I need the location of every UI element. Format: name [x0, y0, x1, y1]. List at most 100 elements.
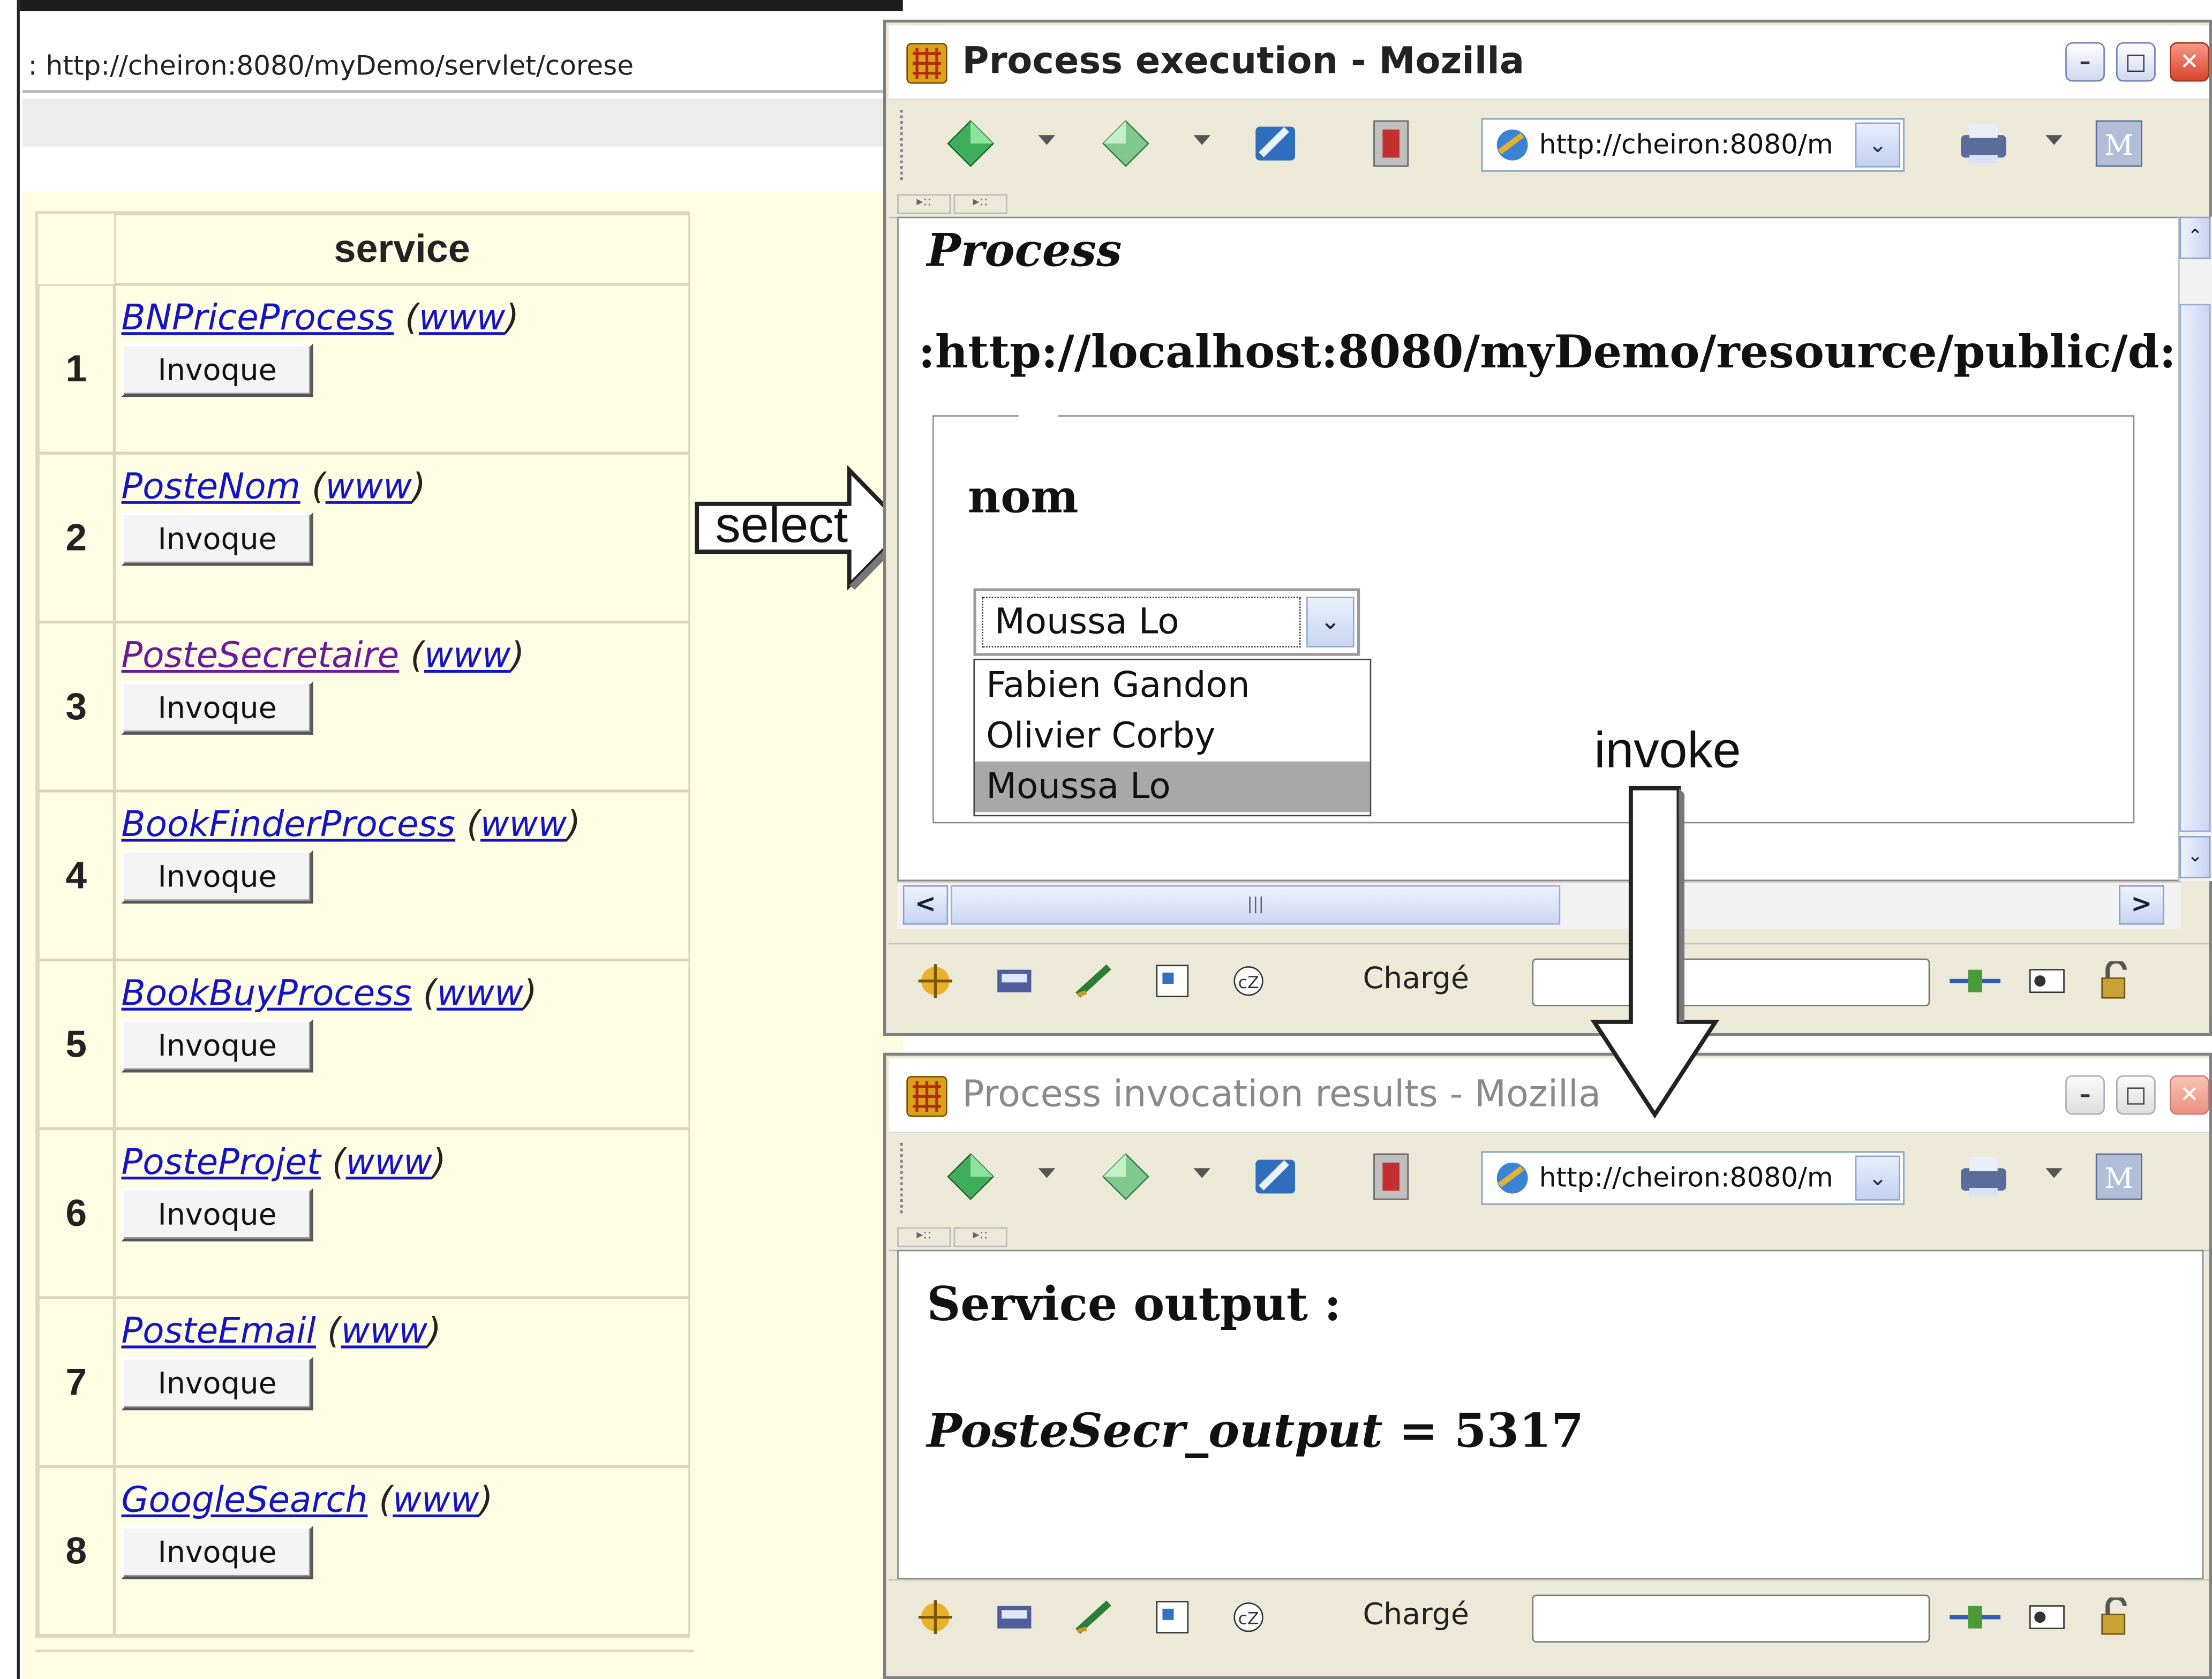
popup-blocked-icon[interactable] [2026, 961, 2068, 1001]
service-name-link[interactable]: GoogleSearch [122, 1479, 368, 1520]
service-name-link[interactable]: BNPriceProcess [122, 297, 394, 338]
composer-icon[interactable] [1072, 1598, 1115, 1637]
table-row: 5 BookBuyProcess (www) Invoque [38, 960, 690, 1129]
www-link[interactable]: www [326, 466, 412, 507]
chevron-down-icon[interactable]: ⌄ [1306, 597, 1355, 647]
toolbar-grip[interactable] [900, 1142, 917, 1214]
www-link[interactable]: www [424, 635, 511, 675]
scroll-up-icon[interactable]: ⌃ [2179, 216, 2211, 259]
horizontal-scroll-thumb[interactable]: ||| [951, 885, 1561, 925]
forward-icon[interactable] [1097, 1148, 1154, 1204]
stop-icon[interactable] [1363, 1148, 1419, 1204]
mail-icon[interactable] [993, 961, 1035, 1001]
left-browser-side-edge [0, 0, 20, 1679]
invoque-button[interactable]: Invoque [121, 1188, 313, 1241]
www-link[interactable]: www [437, 973, 523, 1013]
scroll-right-icon[interactable]: > [2119, 885, 2164, 925]
mail-icon[interactable] [993, 1598, 1035, 1637]
online-plug-icon[interactable] [1947, 961, 2003, 1001]
print-icon[interactable] [1955, 115, 2012, 171]
minimize-button[interactable]: – [2065, 1075, 2105, 1115]
tab-scroll-right-icon[interactable]: ▸:: [953, 1227, 1007, 1247]
service-name-link[interactable]: PosteProjet [122, 1141, 321, 1182]
toolbar-grip[interactable] [900, 109, 917, 180]
horizontal-scrollbar[interactable]: < ||| > [897, 881, 2181, 929]
www-link[interactable]: www [419, 297, 506, 338]
url-field[interactable]: http://cheiron:8080/m ⌄ [1481, 118, 1905, 172]
url-dropdown-button[interactable]: ⌄ [1855, 122, 1900, 168]
close-button[interactable]: ✕ [2170, 42, 2209, 82]
scroll-left-icon[interactable]: < [902, 885, 949, 925]
close-button[interactable]: ✕ [2170, 1075, 2209, 1115]
print-icon[interactable] [1955, 1148, 2012, 1204]
service-name-link[interactable]: PosteSecretaire [122, 635, 400, 675]
invoque-button[interactable]: Invoque [121, 850, 313, 904]
maximize-button[interactable]: □ [2116, 42, 2156, 82]
minimize-button[interactable]: – [2065, 42, 2105, 82]
www-link[interactable]: www [480, 804, 567, 845]
back-icon[interactable] [943, 1148, 999, 1204]
vertical-scroll-thumb[interactable] [2179, 304, 2211, 832]
mozilla-throbber-icon[interactable]: M [2091, 1148, 2147, 1204]
chatzilla-icon[interactable]: cZ [1228, 961, 1270, 1001]
security-lock-icon[interactable] [2094, 1597, 2136, 1637]
title-bar[interactable]: Process invocation results - Mozilla – □… [889, 1058, 2209, 1133]
address-book-icon[interactable] [1151, 1598, 1193, 1637]
process-results-window: Process invocation results - Mozilla – □… [883, 1052, 2212, 1679]
tab-strip: ▸:: ▸:: [889, 1222, 2209, 1252]
chatzilla-icon[interactable]: cZ [1228, 1598, 1270, 1637]
online-plug-icon[interactable] [1947, 1598, 2003, 1637]
select-option[interactable]: Fabien Gandon [975, 660, 1370, 711]
scroll-down-icon[interactable]: ⌄ [2179, 836, 2211, 878]
mozilla-throbber-icon[interactable]: M [2091, 115, 2147, 171]
service-name-link[interactable]: PosteEmail [122, 1311, 316, 1351]
composer-icon[interactable] [1072, 961, 1115, 1001]
navigator-icon[interactable] [914, 961, 957, 1001]
security-lock-icon[interactable] [2094, 961, 2136, 1001]
tab-scroll-left-icon[interactable]: ▸:: [897, 1227, 951, 1247]
back-history-caret-icon[interactable] [1038, 135, 1056, 145]
invoque-button[interactable]: Invoque [121, 512, 313, 566]
back-history-caret-icon[interactable] [1038, 1168, 1056, 1178]
service-name-link[interactable]: BookBuyProcess [122, 973, 412, 1013]
select-option[interactable]: Olivier Corby [975, 711, 1370, 762]
left-browser-address-bar[interactable]: : http://cheiron:8080/myDemo/servlet/cor… [22, 39, 883, 93]
tab-scroll-right-icon[interactable]: ▸:: [953, 194, 1007, 214]
invoque-button[interactable]: Invoque [121, 343, 313, 397]
popup-blocked-icon[interactable] [2026, 1598, 2068, 1637]
forward-icon[interactable] [1097, 115, 1154, 171]
invoque-button[interactable]: Invoque [121, 681, 313, 735]
navigator-icon[interactable] [914, 1598, 957, 1637]
www-link[interactable]: www [346, 1141, 433, 1182]
invoque-button[interactable]: Invoque [121, 1525, 313, 1579]
url-dropdown-button[interactable]: ⌄ [1855, 1155, 1900, 1201]
minimize-icon: – [2079, 1081, 2091, 1108]
nom-select[interactable]: Moussa Lo ⌄ [973, 588, 1360, 656]
service-name-link[interactable]: BookFinderProcess [122, 804, 456, 845]
forward-history-caret-icon[interactable] [1193, 1168, 1210, 1178]
title-bar[interactable]: Process execution - Mozilla – □ ✕ [889, 25, 2209, 100]
forward-history-caret-icon[interactable] [1193, 135, 1210, 145]
reload-icon[interactable] [1247, 115, 1303, 171]
back-icon[interactable] [943, 115, 999, 171]
stop-icon[interactable] [1363, 115, 1419, 171]
maximize-button[interactable]: □ [2116, 1075, 2156, 1115]
print-menu-caret-icon[interactable] [2045, 1168, 2063, 1178]
reload-icon[interactable] [1247, 1148, 1303, 1204]
invoke-arrow-icon [1590, 786, 1720, 1119]
invoque-button[interactable]: Invoque [121, 1357, 313, 1411]
www-link-wrapper: (www) [311, 465, 426, 507]
service-title-line: BookFinderProcess (www) [122, 804, 689, 845]
invoque-button[interactable]: Invoque [121, 1019, 313, 1073]
tab-scroll-left-icon[interactable]: ▸:: [897, 194, 951, 214]
service-name-link[interactable]: PosteNom [122, 466, 300, 507]
print-menu-caret-icon[interactable] [2045, 135, 2063, 145]
select-option[interactable]: Moussa Lo [975, 761, 1370, 812]
www-link[interactable]: www [341, 1311, 428, 1351]
www-link[interactable]: www [393, 1479, 479, 1520]
service-title-line: PosteEmail (www) [122, 1311, 689, 1351]
row-number: 6 [38, 1128, 115, 1298]
vertical-scrollbar[interactable]: ⌃ ⌄ [2178, 216, 2212, 882]
url-field[interactable]: http://cheiron:8080/m ⌄ [1481, 1151, 1905, 1205]
address-book-icon[interactable] [1151, 961, 1193, 1001]
